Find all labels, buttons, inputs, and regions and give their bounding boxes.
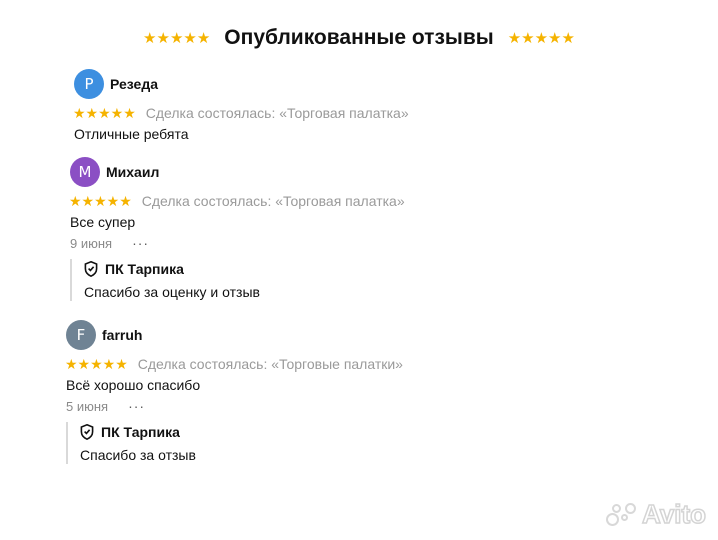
rating-row: ★★★★★ Сделка состоялась: «Торговая палат… <box>73 103 409 123</box>
review-author[interactable]: farruh <box>102 327 142 343</box>
review-author[interactable]: Резеда <box>110 76 158 92</box>
rating-stars: ★★★★★ <box>69 193 132 209</box>
review-header: М Михаил <box>70 157 405 187</box>
more-options-button[interactable]: ··· <box>128 398 145 414</box>
review-meta: 5 июня ··· <box>66 396 403 416</box>
deal-info: Сделка состоялась: «Торговые палатки» <box>137 356 403 372</box>
seller-reply: ПК Тарпика Спасибо за отзыв <box>66 422 196 464</box>
watermark-text: Avito <box>641 498 707 530</box>
decorative-stars-left: ★★★★★ <box>143 29 211 47</box>
seller-badge-icon <box>84 261 98 277</box>
review-header: F farruh <box>66 320 403 350</box>
review-author[interactable]: Михаил <box>106 164 159 180</box>
review-text: Всё хорошо спасибо <box>66 377 201 393</box>
avito-watermark: Avito <box>605 498 707 530</box>
avatar[interactable]: М <box>70 157 100 187</box>
review-meta: 9 июня ··· <box>70 233 405 253</box>
review-text: Отличные ребята <box>74 126 189 142</box>
decorative-stars-right: ★★★★★ <box>507 29 575 47</box>
seller-name[interactable]: ПК Тарпика <box>101 424 180 440</box>
page-header: ★★★★★ Опубликованные отзывы ★★★★★ <box>0 26 718 50</box>
rating-stars: ★★★★★ <box>73 105 136 121</box>
review-card: Р Резеда ★★★★★ Сделка состоялась: «Торго… <box>73 69 409 144</box>
reply-text: Спасибо за оценку и отзыв <box>84 284 260 300</box>
page-title: Опубликованные отзывы <box>224 26 494 49</box>
avatar[interactable]: F <box>66 320 96 350</box>
reply-text: Спасибо за отзыв <box>80 447 196 463</box>
rating-row: ★★★★★ Сделка состоялась: «Торговая палат… <box>69 191 405 211</box>
review-card: М Михаил ★★★★★ Сделка состоялась: «Торго… <box>69 157 405 253</box>
rating-stars: ★★★★★ <box>65 356 128 372</box>
rating-row: ★★★★★ Сделка состоялась: «Торговые палат… <box>65 354 403 374</box>
seller-name[interactable]: ПК Тарпика <box>105 261 184 277</box>
review-header: Р Резеда <box>74 69 409 99</box>
more-options-button[interactable]: ··· <box>132 235 149 251</box>
review-date: 5 июня <box>66 398 109 414</box>
review-card: F farruh ★★★★★ Сделка состоялась: «Торго… <box>65 320 403 416</box>
avito-logo-icon <box>605 502 638 528</box>
reply-header: ПК Тарпика <box>84 259 260 279</box>
deal-info: Сделка состоялась: «Торговая палатка» <box>141 193 405 209</box>
deal-info: Сделка состоялась: «Торговая палатка» <box>145 105 409 121</box>
seller-reply: ПК Тарпика Спасибо за оценку и отзыв <box>70 259 260 301</box>
review-text: Все супер <box>70 214 136 230</box>
review-date: 9 июня <box>70 235 113 251</box>
reply-header: ПК Тарпика <box>80 422 196 442</box>
seller-badge-icon <box>80 424 94 440</box>
avatar[interactable]: Р <box>74 69 104 99</box>
